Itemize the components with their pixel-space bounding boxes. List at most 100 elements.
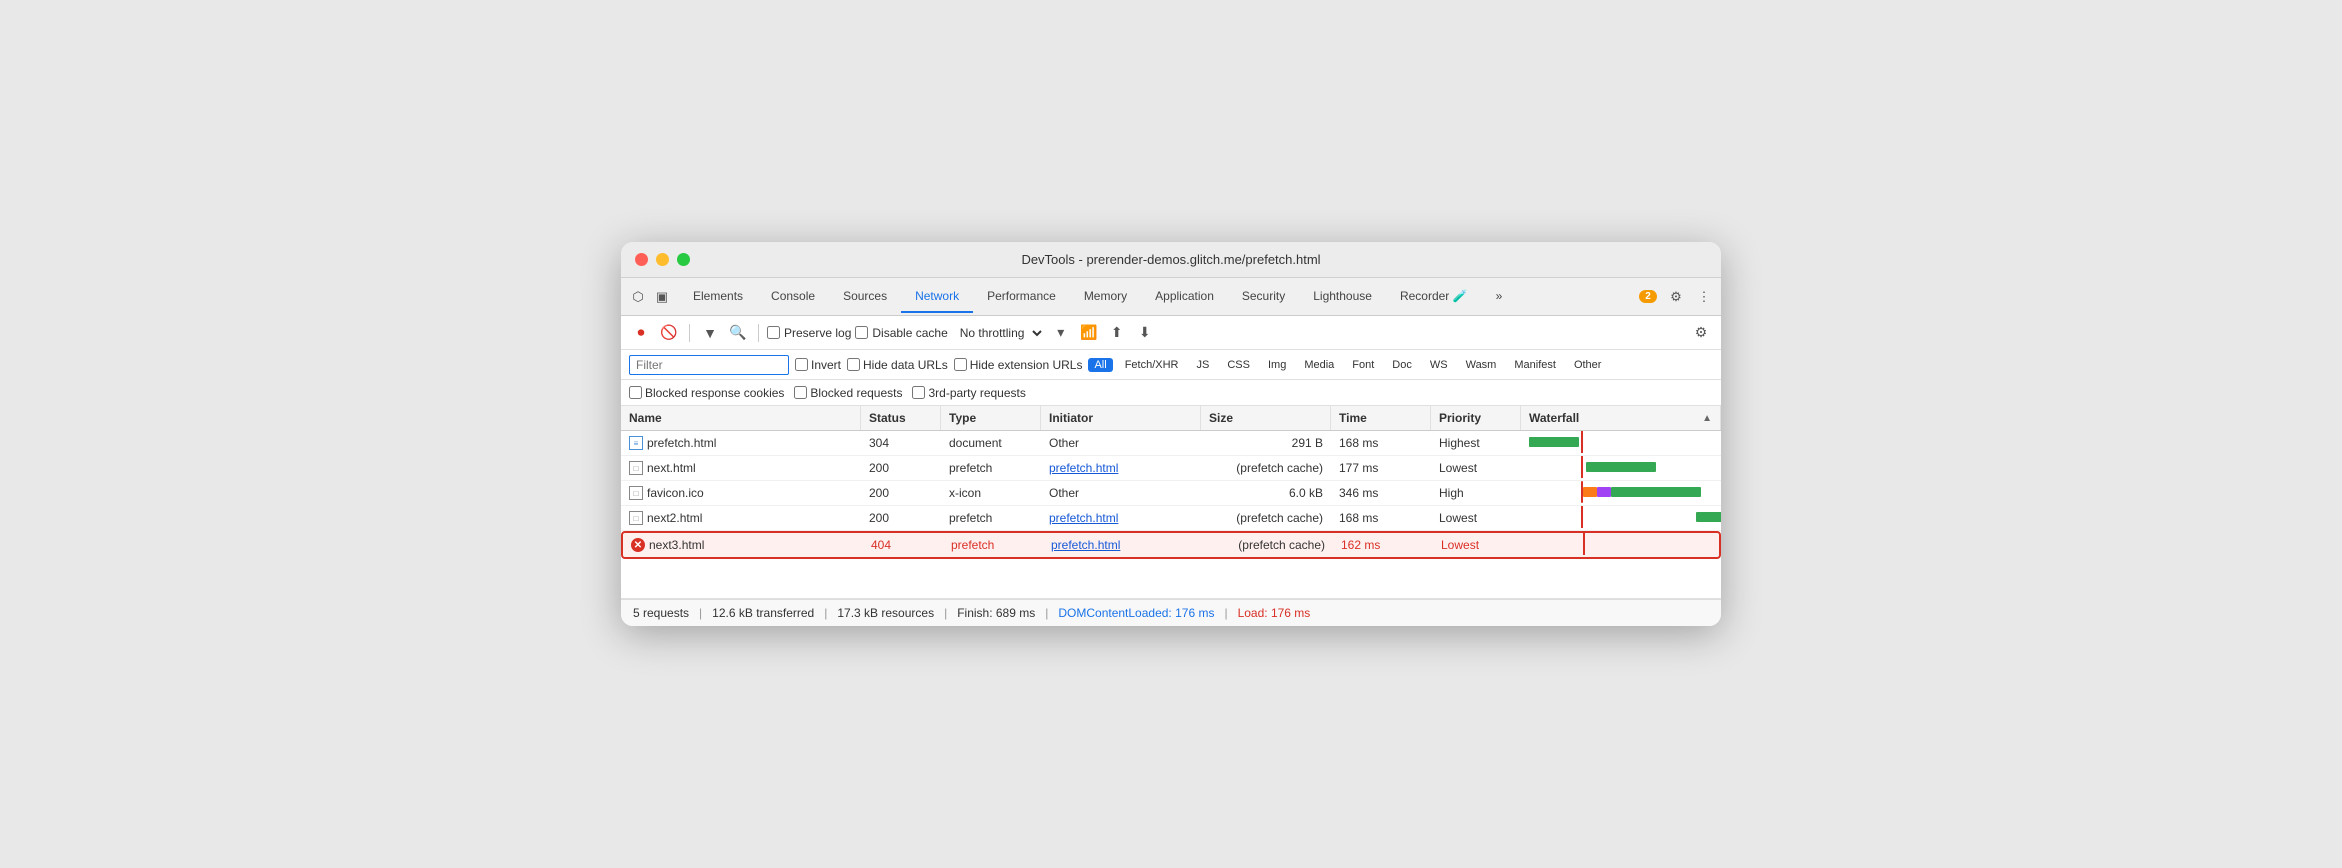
network-settings-icon[interactable]: ⚙ (1689, 321, 1713, 345)
hide-data-urls-label[interactable]: Hide data URLs (847, 358, 948, 372)
hide-ext-urls-label[interactable]: Hide extension URLs (954, 358, 1083, 372)
table-row[interactable]: ≡ prefetch.html 304 document Other 291 B… (621, 431, 1721, 456)
download-icon[interactable]: ⬇ (1133, 321, 1157, 345)
tabs-right: 2 ⚙ ⋮ (1639, 288, 1713, 306)
cell-initiator: Other (1041, 481, 1201, 505)
tab-network[interactable]: Network (901, 281, 973, 313)
blocked-requests-checkbox[interactable] (794, 386, 807, 399)
inspect-icon[interactable]: ⬡ (629, 288, 647, 306)
invert-checkbox-label[interactable]: Invert (795, 358, 841, 372)
cell-initiator[interactable]: prefetch.html (1043, 533, 1203, 557)
third-party-text: 3rd-party requests (928, 386, 1025, 400)
wf-bar-green (1696, 512, 1721, 522)
type-css-btn[interactable]: CSS (1221, 358, 1256, 372)
hide-data-urls-checkbox[interactable] (847, 358, 860, 371)
network-table: ≡ prefetch.html 304 document Other 291 B… (621, 431, 1721, 559)
blocked-cookies-label[interactable]: Blocked response cookies (629, 386, 784, 400)
header-priority[interactable]: Priority (1431, 406, 1521, 430)
type-doc-btn[interactable]: Doc (1386, 358, 1418, 372)
tabs-bar: ⬡ ▣ Elements Console Sources Network Per… (621, 278, 1721, 316)
preserve-log-checkbox[interactable] (767, 326, 780, 339)
header-name[interactable]: Name (621, 406, 861, 430)
wf-red-line (1581, 506, 1583, 528)
empty-space (621, 559, 1721, 599)
third-party-label[interactable]: 3rd-party requests (912, 386, 1025, 400)
clear-button[interactable]: 🚫 (657, 321, 681, 345)
cell-type: prefetch (941, 456, 1041, 480)
close-button[interactable] (635, 253, 648, 266)
type-fetch-btn[interactable]: Fetch/XHR (1119, 358, 1185, 372)
type-other-btn[interactable]: Other (1568, 358, 1608, 372)
table-row[interactable]: □ next2.html 200 prefetch prefetch.html … (621, 506, 1721, 531)
third-party-checkbox[interactable] (912, 386, 925, 399)
header-size[interactable]: Size (1201, 406, 1331, 430)
upload-icon[interactable]: ⬆ (1105, 321, 1129, 345)
invert-checkbox[interactable] (795, 358, 808, 371)
tab-security[interactable]: Security (1228, 281, 1299, 313)
filter-input[interactable] (629, 355, 789, 375)
settings-icon[interactable]: ⚙ (1667, 288, 1685, 306)
header-status[interactable]: Status (861, 406, 941, 430)
file-icon: □ (629, 486, 643, 500)
cell-initiator[interactable]: prefetch.html (1041, 506, 1201, 530)
preserve-log-label[interactable]: Preserve log (767, 326, 851, 340)
cell-initiator[interactable]: prefetch.html (1041, 456, 1201, 480)
type-all-btn[interactable]: All (1088, 358, 1112, 372)
table-row[interactable]: □ favicon.ico 200 x-icon Other 6.0 kB 34… (621, 481, 1721, 506)
type-img-btn[interactable]: Img (1262, 358, 1292, 372)
cell-status: 200 (861, 506, 941, 530)
sep2: | (824, 606, 827, 620)
tab-application[interactable]: Application (1141, 281, 1228, 313)
type-media-btn[interactable]: Media (1298, 358, 1340, 372)
wf-bar-purple (1597, 487, 1611, 497)
header-type[interactable]: Type (941, 406, 1041, 430)
tab-sources[interactable]: Sources (829, 281, 901, 313)
window-title: DevTools - prerender-demos.glitch.me/pre… (1021, 252, 1320, 267)
hide-ext-urls-checkbox[interactable] (954, 358, 967, 371)
type-font-btn[interactable]: Font (1346, 358, 1380, 372)
blocked-requests-text: Blocked requests (810, 386, 902, 400)
table-row[interactable]: □ next.html 200 prefetch prefetch.html (… (621, 456, 1721, 481)
type-wasm-btn[interactable]: Wasm (1460, 358, 1503, 372)
row-filename: next3.html (649, 538, 704, 552)
sep1: | (699, 606, 702, 620)
hide-data-urls-text: Hide data URLs (863, 358, 948, 372)
disable-cache-label[interactable]: Disable cache (855, 326, 947, 340)
cell-name: ≡ prefetch.html (621, 431, 861, 455)
tab-lighthouse[interactable]: Lighthouse (1299, 281, 1386, 313)
device-icon[interactable]: ▣ (653, 288, 671, 306)
more-options-icon[interactable]: ⋮ (1695, 288, 1713, 306)
tab-more[interactable]: » (1482, 281, 1517, 313)
throttle-select[interactable]: No throttling (952, 323, 1045, 343)
table-header: Name Status Type Initiator Size Time Pri… (621, 406, 1721, 431)
tab-recorder[interactable]: Recorder 🧪 (1386, 281, 1482, 313)
record-button[interactable]: ⏺ (629, 321, 653, 345)
cell-status: 304 (861, 431, 941, 455)
header-time[interactable]: Time (1331, 406, 1431, 430)
type-js-btn[interactable]: JS (1191, 358, 1216, 372)
table-row-error[interactable]: ✕ next3.html 404 prefetch prefetch.html … (621, 531, 1721, 559)
tab-elements[interactable]: Elements (679, 281, 757, 313)
search-button[interactable]: 🔍 (726, 321, 750, 345)
row-filename: next2.html (647, 511, 702, 525)
cell-size: (prefetch cache) (1201, 456, 1331, 480)
header-waterfall[interactable]: Waterfall ▲ (1521, 406, 1721, 430)
tab-console[interactable]: Console (757, 281, 829, 313)
cell-status: 200 (861, 481, 941, 505)
cell-time: 162 ms (1333, 533, 1433, 557)
maximize-button[interactable] (677, 253, 690, 266)
blocked-requests-label[interactable]: Blocked requests (794, 386, 902, 400)
throttle-arrow-icon[interactable]: ▾ (1049, 321, 1073, 345)
filter-icon-button[interactable]: ▼ (698, 321, 722, 345)
minimize-button[interactable] (656, 253, 669, 266)
tab-performance[interactable]: Performance (973, 281, 1070, 313)
header-initiator[interactable]: Initiator (1041, 406, 1201, 430)
cell-type: prefetch (941, 506, 1041, 530)
cell-priority: Lowest (1433, 533, 1523, 557)
type-manifest-btn[interactable]: Manifest (1508, 358, 1562, 372)
disable-cache-checkbox[interactable] (855, 326, 868, 339)
type-ws-btn[interactable]: WS (1424, 358, 1454, 372)
blocked-cookies-checkbox[interactable] (629, 386, 642, 399)
tab-memory[interactable]: Memory (1070, 281, 1141, 313)
cell-size: (prefetch cache) (1203, 533, 1333, 557)
